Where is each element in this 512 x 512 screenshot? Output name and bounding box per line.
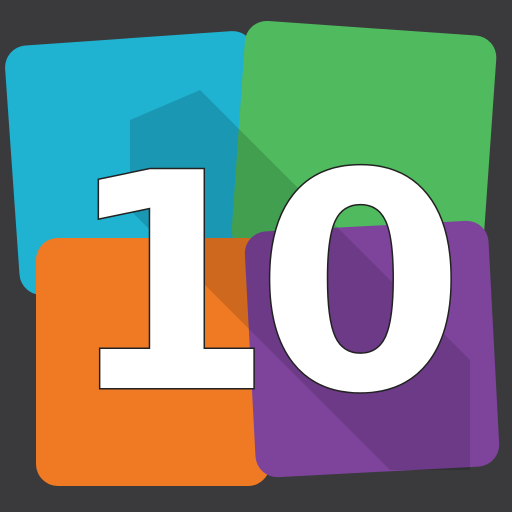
- number-ten: 10: [65, 110, 453, 459]
- number-graphic: 10: [64, 109, 473, 461]
- app-icon: 10: [0, 0, 512, 512]
